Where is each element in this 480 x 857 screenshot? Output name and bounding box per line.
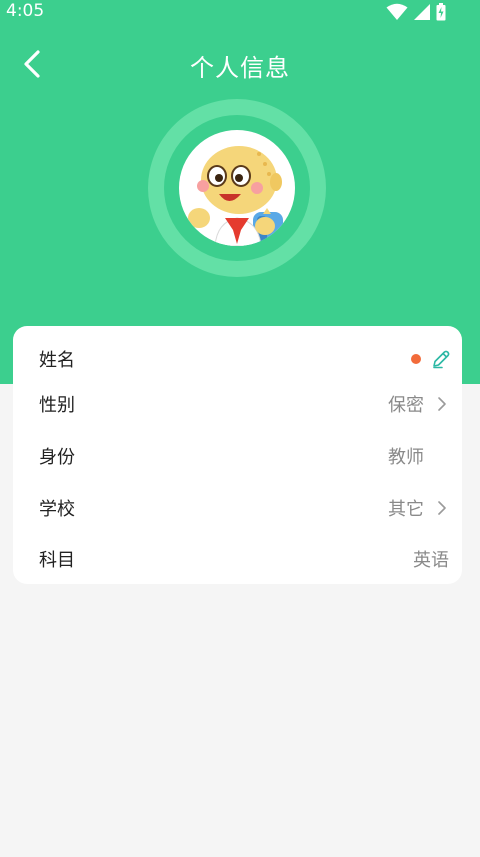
profile-row-school[interactable]: 学校 其它 bbox=[13, 482, 462, 534]
wifi-icon bbox=[386, 3, 408, 20]
required-indicator-dot bbox=[411, 354, 421, 364]
edit-pencil-icon[interactable] bbox=[431, 349, 451, 369]
profile-row-label: 身份 bbox=[39, 447, 75, 468]
profile-row-label: 科目 bbox=[39, 550, 75, 571]
profile-row-label: 学校 bbox=[39, 499, 75, 520]
chevron-right-icon bbox=[438, 501, 446, 515]
profile-row-subject: 科目 英语 bbox=[13, 533, 462, 585]
cellular-signal-icon bbox=[414, 4, 430, 20]
battery-icon bbox=[436, 3, 446, 21]
profile-row-value: 英语 bbox=[413, 550, 449, 571]
avatar[interactable] bbox=[179, 130, 295, 246]
nav-bar: 个人信息 bbox=[0, 40, 480, 88]
profile-row-label: 性别 bbox=[39, 395, 75, 416]
profile-row-value: 教师 bbox=[388, 447, 424, 468]
page-title: 个人信息 bbox=[190, 54, 290, 82]
status-bar: 4:05 bbox=[0, 0, 480, 24]
profile-row-identity: 身份 教师 bbox=[13, 430, 462, 482]
chevron-right-icon bbox=[438, 397, 446, 411]
profile-info-card: 姓名 性别 保密 身份 教师 学校 其它 科目 英语 bbox=[13, 326, 462, 584]
profile-row-value: 其它 bbox=[388, 499, 424, 520]
profile-row-gender[interactable]: 性别 保密 bbox=[13, 378, 462, 430]
profile-row-value: 保密 bbox=[388, 395, 424, 416]
cartoon-boy-avatar-icon bbox=[188, 146, 283, 246]
status-icons bbox=[386, 2, 446, 22]
status-time: 4:05 bbox=[6, 1, 45, 21]
profile-row-label: 姓名 bbox=[39, 350, 75, 371]
avatar-ring bbox=[148, 99, 326, 277]
